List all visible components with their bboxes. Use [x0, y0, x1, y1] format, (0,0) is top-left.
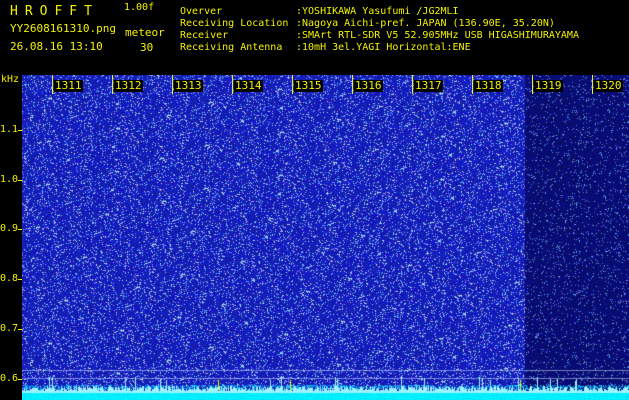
- version-label: 1.00f: [124, 2, 155, 13]
- x-tick-mark: [172, 75, 173, 94]
- location-value: :Nagoya Aichi-pref. JAPAN (136.90E, 35.2…: [296, 18, 555, 29]
- x-tick-mark: [292, 75, 293, 94]
- x-tick-1318: 1318: [474, 79, 503, 92]
- y-tick-0-6: 0.6: [0, 373, 19, 384]
- waterfall-canvas[interactable]: [22, 75, 629, 400]
- x-tick-mark: [112, 75, 113, 94]
- x-tick-1317: 1317: [414, 79, 443, 92]
- y-axis-unit: kHz: [1, 74, 20, 85]
- x-tick-mark: [352, 75, 353, 94]
- receiver-label: Receiver: [180, 30, 229, 41]
- mode-label: meteor: [125, 26, 165, 39]
- filename-label: YY2608161310.png: [10, 22, 116, 35]
- x-tick-1311: 1311: [54, 79, 83, 92]
- datetime-label: 26.08.16 13:10: [10, 40, 103, 53]
- observer-value: :YOSHIKAWA Yasufumi /JG2MLI: [296, 6, 459, 17]
- location-label: Receiving Location: [180, 18, 289, 29]
- y-tick-0-9: 0.9: [0, 223, 19, 234]
- x-tick-1314: 1314: [234, 79, 263, 92]
- x-tick-1312: 1312: [114, 79, 143, 92]
- header-panel: HROFFT 1.00f YY2608161310.png meteor 26.…: [0, 0, 629, 75]
- observer-label: Overver: [180, 6, 223, 17]
- y-tick-0-8: 0.8: [0, 273, 19, 284]
- y-tick-1-1: 1.1: [0, 124, 19, 135]
- x-tick-1319: 1319: [534, 79, 563, 92]
- x-tick-1320: 1320: [594, 79, 623, 92]
- meteor-count: 30: [140, 41, 154, 54]
- x-tick-mark: [592, 75, 593, 94]
- waterfall-spectrogram[interactable]: [22, 75, 629, 400]
- x-tick-mark: [232, 75, 233, 94]
- x-tick-mark: [412, 75, 413, 94]
- y-tick-1-0: 1.0: [0, 174, 19, 185]
- app-logo: HROFFT: [10, 4, 99, 19]
- x-tick-mark: [472, 75, 473, 94]
- antenna-label: Receiving Antenna: [180, 42, 283, 53]
- x-tick-1316: 1316: [354, 79, 383, 92]
- antenna-value: :10mH 3el.YAGI Horizontal:ENE: [296, 42, 471, 53]
- x-tick-mark: [532, 75, 533, 94]
- y-tick-0-7: 0.7: [0, 323, 19, 334]
- x-tick-mark: [52, 75, 53, 94]
- x-tick-1315: 1315: [294, 79, 323, 92]
- receiver-value: :SMArt RTL-SDR V5 52.905MHz USB HIGASHIM…: [296, 30, 579, 41]
- x-tick-1313: 1313: [174, 79, 203, 92]
